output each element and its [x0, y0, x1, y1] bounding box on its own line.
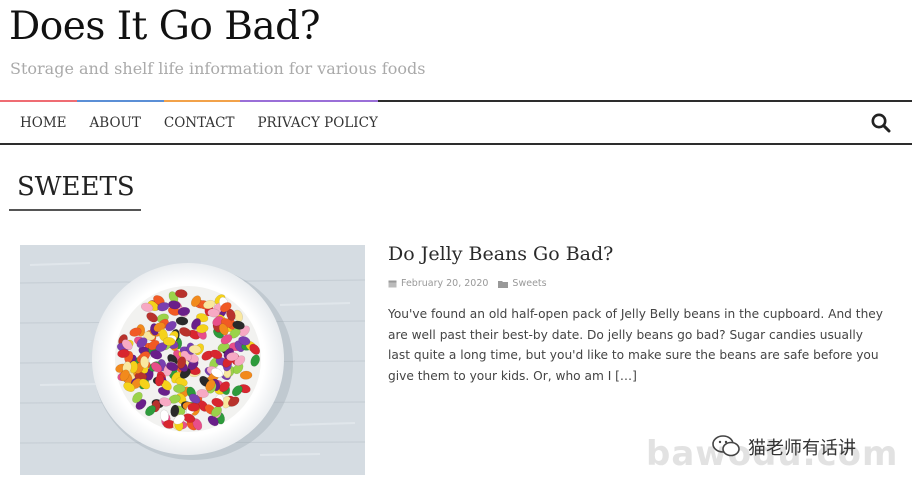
- nav-privacy-policy[interactable]: PRIVACY POLICY: [257, 115, 377, 131]
- post-thumbnail[interactable]: [20, 245, 365, 475]
- post-category-link[interactable]: Sweets: [498, 278, 547, 289]
- search-icon[interactable]: [870, 112, 892, 134]
- jelly-bean: [173, 384, 186, 394]
- site-title[interactable]: Does It Go Bad?: [9, 4, 321, 49]
- post-meta: February 20, 2020 Sweets: [388, 278, 547, 289]
- folder-icon: [498, 280, 509, 288]
- site-tagline: Storage and shelf life information for v…: [10, 59, 426, 78]
- nav-home[interactable]: HOME: [20, 115, 67, 131]
- nav-contact[interactable]: CONTACT: [164, 115, 235, 131]
- main-navigation: HOME ABOUT CONTACT PRIVACY POLICY: [0, 100, 912, 145]
- category-underline: [9, 209, 141, 211]
- wechat-icon: [712, 434, 742, 462]
- post-date[interactable]: February 20, 2020: [401, 278, 488, 289]
- jelly-bean: [239, 370, 253, 380]
- post-category[interactable]: Sweets: [512, 278, 546, 289]
- category-title: SWEETS: [17, 172, 135, 202]
- nav-about[interactable]: ABOUT: [90, 115, 141, 131]
- watermark-label: 猫老师有话讲: [748, 438, 856, 459]
- calendar-icon: [388, 280, 397, 288]
- post-excerpt: You've found an old half-open pack of Je…: [388, 307, 884, 384]
- jelly-bean-bowl-image: [20, 245, 365, 475]
- post-title[interactable]: Do Jelly Beans Go Bad?: [388, 243, 613, 265]
